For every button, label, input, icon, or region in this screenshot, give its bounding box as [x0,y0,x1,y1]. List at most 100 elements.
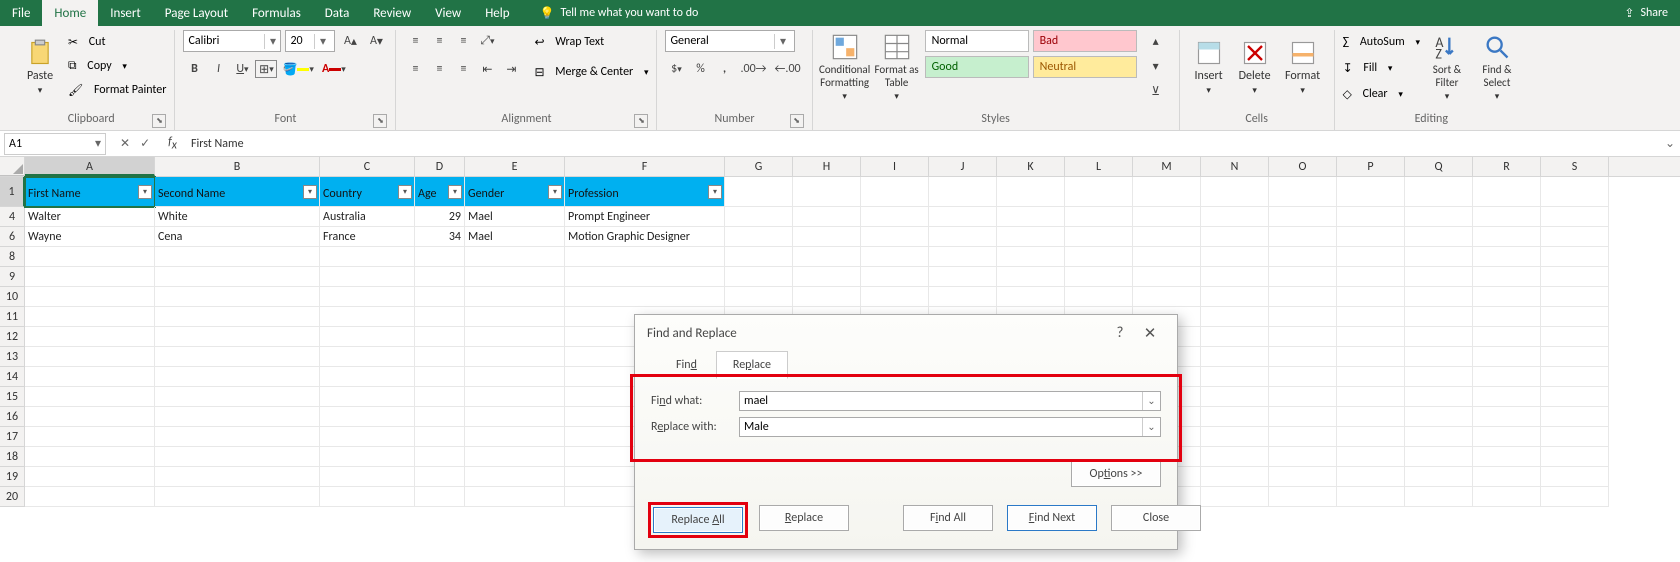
cell[interactable] [320,367,415,387]
cell-style-normal[interactable]: Normal [925,30,1029,52]
row-header[interactable]: 12 [0,327,25,347]
cell[interactable] [1541,387,1609,407]
filter-button[interactable]: ▾ [398,185,412,199]
row-header[interactable]: 13 [0,347,25,367]
align-right-button[interactable]: ≡ [452,58,474,80]
cell[interactable]: Prompt Engineer [565,207,725,227]
cell[interactable] [1405,347,1473,367]
cell[interactable] [320,287,415,307]
cell[interactable] [320,327,415,347]
cell[interactable] [793,227,861,247]
cell[interactable]: White [155,207,320,227]
cell[interactable]: Mael [465,207,565,227]
wrap-text-button[interactable]: ↩ Wrap Text [534,30,648,54]
cell[interactable] [861,207,929,227]
cell[interactable] [1473,267,1541,287]
cell-F1[interactable]: Profession▾ [565,177,725,207]
col-header-P[interactable]: P [1337,157,1405,176]
cell[interactable] [1201,247,1269,267]
font-size-combo[interactable]: ▾ [285,30,335,52]
cell[interactable] [25,407,155,427]
underline-button[interactable]: U▾ [231,58,253,80]
cell[interactable] [1473,227,1541,247]
bold-button[interactable]: B [183,58,205,80]
cell[interactable] [155,407,320,427]
cell-E1[interactable]: Gender▾ [465,177,565,207]
percent-button[interactable]: % [689,58,711,80]
cell[interactable] [1473,207,1541,227]
cut-button[interactable]: ✂ Cut [68,30,166,54]
chevron-down-icon[interactable]: ▾ [774,34,790,49]
cell[interactable] [793,267,861,287]
cell-style-neutral[interactable]: Neutral [1033,56,1137,78]
format-cells-button[interactable]: Format▾ [1280,30,1326,104]
cell[interactable] [155,347,320,367]
cell[interactable] [1201,177,1269,207]
cell[interactable] [1337,447,1405,467]
cell[interactable] [320,307,415,327]
select-all-corner[interactable] [0,157,25,176]
options-button[interactable]: Options >> [1071,461,1161,487]
cell[interactable] [861,267,929,287]
cell[interactable] [1269,307,1337,327]
cell[interactable] [415,247,465,267]
cell[interactable] [415,267,465,287]
cell[interactable] [929,177,997,207]
cell[interactable] [725,267,793,287]
cell[interactable] [1201,327,1269,347]
cell[interactable] [155,267,320,287]
increase-decimal-button[interactable]: .00→ [737,58,769,80]
tell-me-search[interactable]: 💡 Tell me what you want to do [540,6,699,21]
cell[interactable] [1473,487,1541,507]
cell[interactable] [1269,327,1337,347]
increase-font-button[interactable]: A▴ [339,30,361,52]
cell[interactable] [1337,207,1405,227]
name-box[interactable]: A1▾ [4,133,106,155]
cell[interactable] [1337,327,1405,347]
find-select-button[interactable]: Find & Select▾ [1474,30,1520,104]
cell[interactable] [415,347,465,367]
formula-input[interactable]: First Name [185,137,1660,151]
number-dialog-launcher[interactable]: ⬊ [790,114,804,128]
cell[interactable] [155,387,320,407]
help-button[interactable]: ? [1105,324,1135,342]
cell[interactable] [929,227,997,247]
col-header-L[interactable]: L [1065,157,1133,176]
cell[interactable] [793,287,861,307]
cell[interactable] [1473,447,1541,467]
cell[interactable]: Walter [25,207,155,227]
cell[interactable] [1201,387,1269,407]
cell[interactable] [1065,247,1133,267]
col-header-F[interactable]: F [565,157,725,176]
filter-button[interactable]: ▾ [303,185,317,199]
cell[interactable] [25,427,155,447]
cell[interactable] [320,447,415,467]
col-header-A[interactable]: A [25,157,155,176]
replace-with-combo[interactable]: ⌄ [739,417,1161,437]
col-header-Q[interactable]: Q [1405,157,1473,176]
fx-icon[interactable]: fx [160,135,185,152]
font-size-input[interactable] [286,34,314,48]
cell[interactable] [1337,387,1405,407]
cell[interactable] [1473,467,1541,487]
paste-button[interactable]: Paste ▾ [16,30,64,104]
cell[interactable] [25,387,155,407]
cell[interactable] [929,267,997,287]
tab-formulas[interactable]: Formulas [240,0,313,26]
cell[interactable] [1201,467,1269,487]
merge-center-button[interactable]: ⊟ Merge & Center ▾ [534,60,648,84]
cell[interactable] [320,267,415,287]
cell[interactable] [155,427,320,447]
tab-replace[interactable]: Replace [716,351,788,379]
cell[interactable] [725,287,793,307]
cell[interactable] [1405,327,1473,347]
align-bottom-button[interactable]: ≡ [452,30,474,52]
cell[interactable] [25,367,155,387]
cell[interactable] [25,487,155,507]
filter-button[interactable]: ▾ [138,185,152,199]
cell[interactable] [1269,267,1337,287]
cell[interactable] [155,447,320,467]
borders-button[interactable]: ⊞▾ [255,60,277,78]
cell[interactable] [1541,367,1609,387]
cell[interactable] [1201,287,1269,307]
